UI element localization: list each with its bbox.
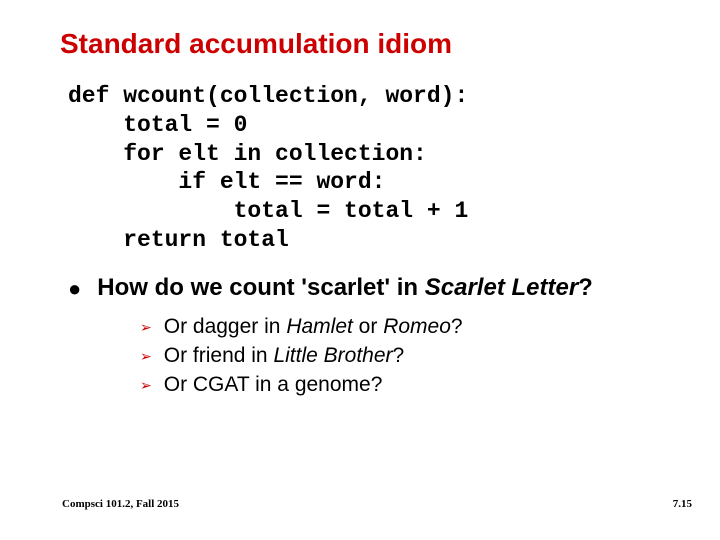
question-pre: How do we count 'scarlet' in <box>97 274 424 301</box>
footer-course: Compsci 101.2, Fall 2015 <box>62 498 179 510</box>
sub-bullet-list: ➢ Or dagger in Hamlet or Romeo? ➢ Or fri… <box>140 313 660 400</box>
question-post: ? <box>578 274 593 301</box>
code-line: for elt in collection: <box>68 141 427 167</box>
t: ? <box>451 315 463 338</box>
t: Hamlet <box>286 315 353 338</box>
main-question: How do we count 'scarlet' in Scarlet Let… <box>97 273 593 303</box>
main-bullet: ● How do we count 'scarlet' in Scarlet L… <box>68 273 660 303</box>
t: Romeo <box>383 315 451 338</box>
bullet-icon: ● <box>68 275 81 303</box>
sub-bullet: ➢ Or friend in Little Brother? <box>140 342 660 370</box>
t: Or dagger in <box>164 315 287 338</box>
code-line: total = 0 <box>68 112 247 138</box>
code-line: total = total + 1 <box>68 198 468 224</box>
code-block: def wcount(collection, word): total = 0 … <box>68 82 660 255</box>
code-line: def wcount(collection, word): <box>68 83 468 109</box>
sub-bullet: ➢ Or dagger in Hamlet or Romeo? <box>140 313 660 341</box>
t: Or CGAT in a genome? <box>164 373 383 396</box>
code-line: if elt == word: <box>68 169 385 195</box>
t: Little Brother <box>273 344 392 367</box>
sub-text: Or friend in Little Brother? <box>164 342 404 370</box>
arrow-icon: ➢ <box>140 348 152 365</box>
code-line: return total <box>68 227 289 253</box>
t: or <box>353 315 383 338</box>
arrow-icon: ➢ <box>140 377 152 394</box>
arrow-icon: ➢ <box>140 319 152 336</box>
question-ital: Scarlet Letter <box>425 274 578 301</box>
t: ? <box>393 344 405 367</box>
slide-title: Standard accumulation idiom <box>60 28 660 60</box>
sub-text: Or CGAT in a genome? <box>164 371 383 399</box>
footer-page: 7.15 <box>673 498 692 510</box>
sub-bullet: ➢ Or CGAT in a genome? <box>140 371 660 399</box>
sub-text: Or dagger in Hamlet or Romeo? <box>164 313 463 341</box>
t: Or friend in <box>164 344 274 367</box>
